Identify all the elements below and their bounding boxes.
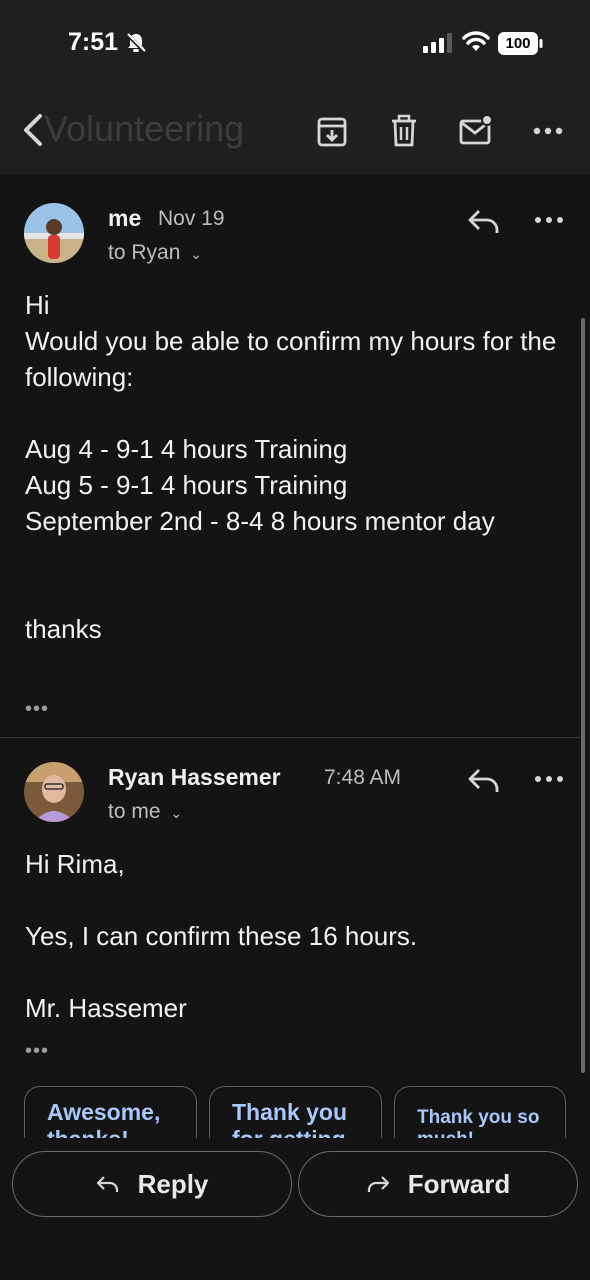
forward-arrow-icon: [367, 1176, 389, 1192]
chip-text: Thank you: [232, 1099, 348, 1125]
chip-text: thanks!: [47, 1126, 174, 1138]
sender-name: me: [108, 205, 142, 231]
avatar[interactable]: [24, 203, 84, 263]
show-trimmed-content[interactable]: •••: [25, 1040, 49, 1063]
message-body: Hi Would you be able to confirm my hours…: [25, 290, 557, 644]
message-more-icon[interactable]: [534, 774, 564, 784]
recipient-text: to Ryan: [108, 241, 181, 264]
more-options-icon[interactable]: [532, 126, 566, 136]
message-more-icon[interactable]: [534, 215, 564, 225]
smart-reply-chip[interactable]: Awesome, thanks!: [24, 1086, 197, 1138]
chevron-down-icon: ⌄: [170, 805, 183, 821]
scrollbar[interactable]: [581, 318, 585, 1073]
chip-text: Awesome,: [47, 1099, 161, 1125]
chevron-down-icon: ⌄: [190, 246, 202, 262]
bell-muted-icon: [125, 32, 147, 54]
battery-level: 100: [505, 35, 531, 52]
message-divider: [0, 737, 580, 738]
back-arrow-icon[interactable]: [18, 110, 50, 150]
status-time: 7:51: [68, 28, 119, 56]
sender-name: Ryan Hassemer: [108, 764, 281, 790]
status-bar: 7:51 100: [0, 0, 590, 88]
reply-icon[interactable]: [467, 766, 501, 796]
smart-reply-chips: Awesome, thanks! Thank you for getting T…: [0, 1086, 590, 1138]
avatar-photo: [24, 203, 84, 263]
message-time: 7:48 AM: [324, 766, 402, 789]
forward-button[interactable]: Forward: [298, 1151, 578, 1217]
show-trimmed-content[interactable]: •••: [25, 698, 49, 721]
archive-icon[interactable]: [315, 114, 349, 148]
trash-icon[interactable]: [387, 114, 421, 148]
smart-reply-chip[interactable]: Thank you for getting: [209, 1086, 382, 1138]
mark-unread-icon[interactable]: [459, 114, 493, 148]
signal-icon: [423, 33, 452, 53]
reply-icon[interactable]: [467, 207, 501, 237]
email-toolbar: Volunteering: [0, 88, 590, 174]
chip-text: much!: [417, 1129, 543, 1138]
message-body: Hi Rima, Yes, I can confirm these 16 hou…: [25, 849, 418, 1023]
recipient-text: to me: [108, 800, 161, 823]
wifi-icon: [462, 31, 490, 51]
recipient-line[interactable]: to Ryan ⌄: [108, 241, 202, 265]
reply-label: Reply: [137, 1168, 209, 1199]
chip-text: for getting: [232, 1126, 359, 1138]
forward-label: Forward: [407, 1168, 511, 1199]
message-date: Nov 19: [158, 207, 225, 230]
reply-button[interactable]: Reply: [12, 1151, 292, 1217]
reply-arrow-icon: [96, 1176, 118, 1192]
avatar[interactable]: [24, 762, 84, 822]
avatar-photo: [24, 762, 84, 822]
faded-label-title: Volunteering: [44, 108, 245, 149]
recipient-line[interactable]: to me ⌄: [108, 800, 182, 824]
smart-reply-chip[interactable]: Thank you so much!: [394, 1086, 566, 1138]
chip-text: Thank you so: [417, 1107, 540, 1128]
